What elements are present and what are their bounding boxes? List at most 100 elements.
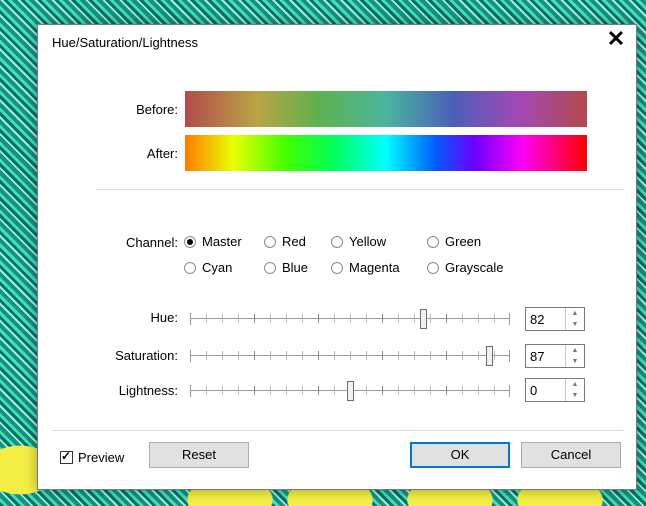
slider-tick	[494, 386, 495, 395]
spin-down-icon[interactable]: ▼	[566, 356, 584, 367]
slider-tick	[302, 386, 303, 395]
slider-tick	[430, 314, 431, 323]
spin-down-icon[interactable]: ▼	[566, 390, 584, 401]
spin-up-icon[interactable]: ▲	[566, 308, 584, 319]
slider-tick	[318, 386, 319, 395]
radio-label: Grayscale	[445, 260, 504, 275]
slider-tick	[286, 314, 287, 323]
slider-tick	[462, 386, 463, 395]
slider-tick	[414, 386, 415, 395]
radio-yellow[interactable]: Yellow	[331, 234, 386, 249]
checkbox-checked-icon	[60, 449, 73, 464]
spin-up-icon[interactable]: ▲	[566, 345, 584, 356]
slider-tick	[366, 314, 367, 323]
slider-tick	[478, 314, 479, 323]
slider-tick	[494, 314, 495, 323]
radio-button	[427, 235, 439, 248]
slider-tick	[286, 386, 287, 395]
slider-tick	[414, 314, 415, 323]
radio-button	[184, 261, 196, 274]
slider-tick	[334, 314, 335, 323]
radio-label: Green	[445, 234, 482, 249]
channel-label: Channel:	[125, 235, 178, 250]
saturation-slider-thumb[interactable]	[486, 346, 494, 366]
lightness-spinbox[interactable]: 0 ▲ ▼	[525, 378, 585, 402]
slider-track-end	[509, 350, 510, 362]
slider-tick	[302, 351, 303, 360]
reset-button[interactable]: Reset	[149, 442, 249, 468]
lightness-slider-thumb[interactable]	[347, 381, 354, 401]
radio-grayscale[interactable]: Grayscale	[427, 260, 504, 275]
radio-master[interactable]: Master	[184, 234, 242, 249]
slider-tick	[350, 351, 351, 360]
slider-tick	[254, 314, 255, 323]
hue-spinbox[interactable]: 82 ▲ ▼	[525, 307, 585, 331]
preview-checkbox[interactable]: Preview	[60, 449, 124, 465]
spin-arrows[interactable]: ▲ ▼	[565, 345, 584, 367]
before-label: Before:	[136, 102, 178, 117]
slider-tick	[430, 386, 431, 395]
radio-label: Cyan	[202, 260, 233, 275]
slider-tick	[206, 351, 207, 360]
slider-tick	[318, 351, 319, 360]
slider-track-end	[190, 385, 191, 397]
footer-divider	[52, 430, 624, 431]
slider-tick	[238, 351, 239, 360]
after-label: After:	[146, 146, 178, 161]
hue-saturation-dialog: Hue/Saturation/Lightness ✕ Before: After…	[37, 24, 637, 490]
dialog-title: Hue/Saturation/Lightness	[52, 35, 198, 50]
saturation-value: 87	[530, 349, 545, 364]
slider-tick	[206, 386, 207, 395]
radio-magenta[interactable]: Magenta	[331, 260, 400, 275]
slider-tick	[366, 386, 367, 395]
radio-button	[427, 261, 439, 274]
slider-tick	[414, 351, 415, 360]
spin-down-icon[interactable]: ▼	[566, 319, 584, 330]
slider-tick	[398, 351, 399, 360]
slider-tick	[254, 351, 255, 360]
slider-tick	[222, 386, 223, 395]
slider-tick	[462, 351, 463, 360]
slider-tick	[430, 351, 431, 360]
saturation-spinbox[interactable]: 87 ▲ ▼	[525, 344, 585, 368]
lightness-label: Lightness:	[118, 383, 178, 398]
ok-button[interactable]: OK	[410, 442, 510, 468]
radio-button	[331, 261, 343, 274]
slider-tick	[222, 314, 223, 323]
hue-slider[interactable]	[190, 309, 510, 329]
slider-tick	[318, 314, 319, 323]
spin-arrows[interactable]: ▲ ▼	[565, 379, 584, 401]
hue-slider-thumb[interactable]	[419, 309, 427, 329]
slider-tick	[446, 314, 447, 323]
lightness-slider[interactable]	[190, 381, 510, 401]
radio-label: Magenta	[349, 260, 400, 275]
slider-tick	[382, 314, 383, 323]
slider-tick	[270, 351, 271, 360]
radio-green[interactable]: Green	[427, 234, 481, 249]
radio-label: Master	[202, 234, 242, 249]
close-icon[interactable]: ✕	[602, 27, 630, 51]
spin-arrows[interactable]: ▲ ▼	[565, 308, 584, 330]
lightness-value: 0	[530, 383, 538, 398]
slider-tick	[382, 386, 383, 395]
radio-label: Red	[282, 234, 306, 249]
radio-button	[264, 261, 276, 274]
cancel-button[interactable]: Cancel	[521, 442, 621, 468]
slider-track-end	[509, 313, 510, 325]
slider-tick	[206, 314, 207, 323]
slider-tick	[494, 351, 495, 360]
slider-track-end	[190, 350, 191, 362]
slider-tick	[238, 314, 239, 323]
radio-button	[331, 235, 343, 248]
divider	[96, 189, 624, 190]
before-gradient-bar	[185, 91, 587, 127]
saturation-slider[interactable]	[190, 346, 510, 366]
after-gradient-bar	[185, 135, 587, 171]
slider-tick	[398, 314, 399, 323]
slider-tick	[254, 386, 255, 395]
radio-red[interactable]: Red	[264, 234, 306, 249]
radio-blue[interactable]: Blue	[264, 260, 308, 275]
slider-tick	[334, 386, 335, 395]
spin-up-icon[interactable]: ▲	[566, 379, 584, 390]
radio-cyan[interactable]: Cyan	[184, 260, 232, 275]
